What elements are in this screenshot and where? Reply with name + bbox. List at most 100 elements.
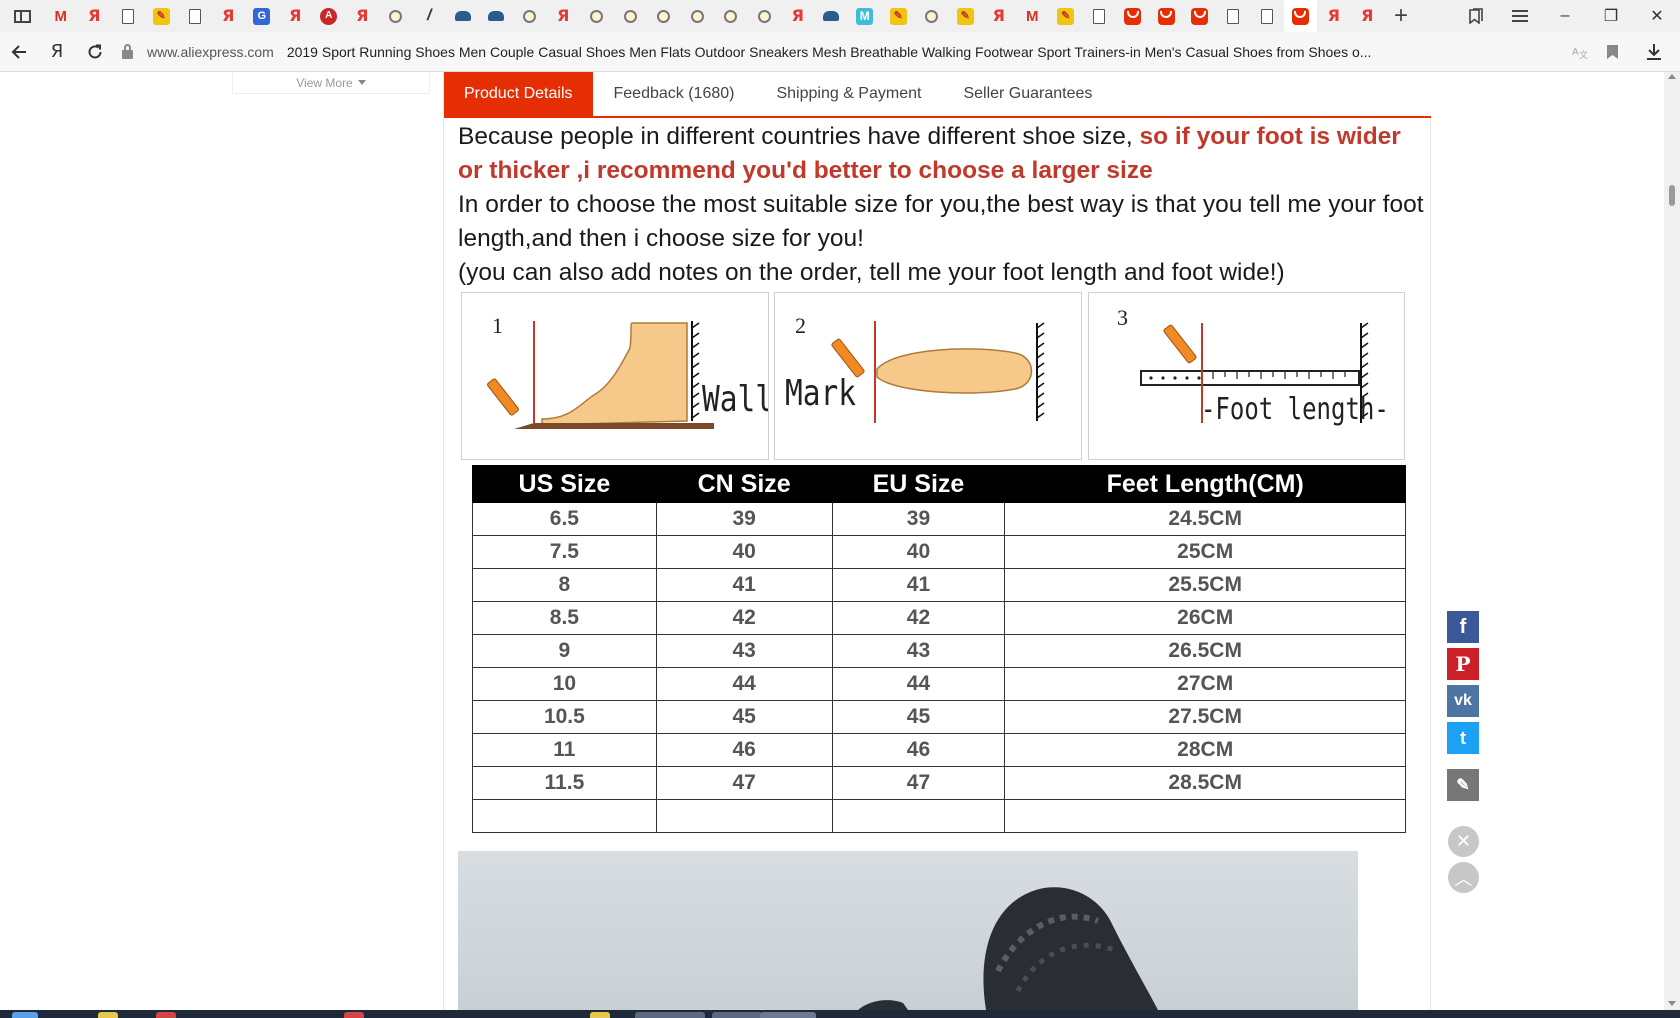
browser-tab[interactable] [580, 0, 614, 32]
magnifier-favicon-icon [757, 9, 771, 23]
browser-tab[interactable] [647, 0, 681, 32]
browser-tab[interactable] [1283, 0, 1317, 32]
browser-tab[interactable]: M [848, 0, 882, 32]
abp-favicon-icon: A [320, 7, 338, 25]
table-cell: 46 [655, 733, 833, 767]
taskbar-app-icon[interactable] [98, 1012, 118, 1018]
taskbar-app-icon[interactable] [156, 1012, 176, 1018]
browser-tab[interactable] [1083, 0, 1117, 32]
browser-tab[interactable] [1250, 0, 1284, 32]
browser-tab[interactable] [1217, 0, 1251, 32]
translate-favicon-icon: G [253, 7, 271, 25]
yandex-logo-icon[interactable]: Я [38, 32, 76, 72]
taskbar-app-icon[interactable] [635, 1012, 705, 1018]
table-cell: 47 [655, 766, 833, 800]
sidebar-toggle-icon[interactable] [0, 0, 44, 32]
browser-tab[interactable]: ✎ [949, 0, 983, 32]
scroll-down-arrow-icon[interactable] [1668, 1001, 1676, 1006]
browser-tab[interactable] [915, 0, 949, 32]
browser-tab[interactable] [480, 0, 514, 32]
browser-tab[interactable] [681, 0, 715, 32]
taskbar-start-icon[interactable] [12, 1012, 38, 1018]
vk-share-icon[interactable]: vk [1447, 685, 1479, 717]
browser-tab[interactable]: Я [279, 0, 313, 32]
aliexpress-favicon-icon [1291, 7, 1309, 25]
page-scrollbar[interactable] [1664, 72, 1680, 1010]
table-row: 10.5 45 45 27.5CM [472, 700, 1406, 734]
download-icon[interactable] [1628, 32, 1680, 72]
size-chart-header: US Size CN Size EU Size Feet Length(CM) [472, 465, 1406, 503]
close-floating-button[interactable]: ✕ [1448, 826, 1479, 857]
table-cell: 44 [655, 667, 833, 701]
browser-tab[interactable] [513, 0, 547, 32]
browser-tab[interactable]: Я [346, 0, 380, 32]
browser-tab[interactable] [714, 0, 748, 32]
browser-tab[interactable]: A [312, 0, 346, 32]
browser-tab[interactable]: / [413, 0, 447, 32]
browser-tab[interactable]: M [1016, 0, 1050, 32]
scrollbar-thumb[interactable] [1669, 185, 1675, 206]
taskbar-app-icon[interactable] [712, 1012, 762, 1018]
scroll-to-top-button[interactable]: ︿ [1448, 862, 1479, 893]
taskbar-app-icon[interactable] [344, 1012, 364, 1018]
column-header: US Size [472, 465, 657, 503]
browser-tab[interactable] [614, 0, 648, 32]
browser-tab[interactable]: Я [982, 0, 1016, 32]
browser-tab[interactable] [1150, 0, 1184, 32]
magnifier-favicon-icon [690, 9, 704, 23]
table-cell: 26CM [1004, 601, 1406, 635]
new-tab-button[interactable]: + [1384, 0, 1418, 32]
browser-tab[interactable]: Я [1317, 0, 1351, 32]
url-field[interactable]: www.aliexpress.com 2019 Sport Running Sh… [114, 36, 1628, 67]
browser-tab[interactable]: Я [547, 0, 581, 32]
browser-tab[interactable]: ✎ [1049, 0, 1083, 32]
reload-button[interactable] [76, 32, 114, 72]
view-more-button[interactable]: View More [232, 72, 430, 94]
back-button[interactable] [0, 32, 38, 72]
browser-tab[interactable] [379, 0, 413, 32]
browser-tab[interactable]: Я [78, 0, 112, 32]
pinterest-share-icon[interactable]: P [1447, 648, 1479, 680]
table-row: 9 43 43 26.5CM [472, 634, 1406, 668]
browser-tab[interactable]: G [245, 0, 279, 32]
restore-button[interactable]: ❐ [1588, 0, 1634, 32]
browser-tab[interactable]: Я [781, 0, 815, 32]
close-window-button[interactable]: ✕ [1634, 0, 1680, 32]
browser-tab[interactable] [178, 0, 212, 32]
tab-strip: M Я ✎ Я G Я A Я / Я Я M ✎ ✎ Я M ✎ Я Я + – ❐ ✕ [0, 0, 1680, 32]
table-cell: 45 [831, 700, 1006, 734]
bookmark-icon[interactable] [1596, 32, 1628, 72]
translate-icon[interactable]: A文 [1564, 32, 1596, 72]
taskbar-app-icon[interactable] [760, 1012, 816, 1018]
yandex-favicon-icon: Я [1327, 6, 1340, 25]
browser-tab[interactable]: ✎ [882, 0, 916, 32]
tab-shipping-payment[interactable]: Shipping & Payment [755, 72, 942, 116]
browser-tab[interactable]: M [44, 0, 78, 32]
browser-tab[interactable]: Я [212, 0, 246, 32]
address-bar-actions: A文 [1564, 32, 1628, 72]
browser-tab[interactable] [111, 0, 145, 32]
facebook-share-icon[interactable]: f [1447, 611, 1479, 643]
taskbar-app-icon[interactable] [590, 1012, 610, 1018]
minimize-button[interactable]: – [1542, 0, 1588, 32]
edit-share-icon[interactable]: ✎ [1447, 769, 1479, 801]
browser-tab[interactable]: Я [1351, 0, 1385, 32]
menu-icon[interactable] [1498, 0, 1542, 32]
browser-tab[interactable] [1183, 0, 1217, 32]
browser-tab[interactable]: ✎ [145, 0, 179, 32]
table-cell: 46 [831, 733, 1006, 767]
advice-line-2: In order to choose the most suitable siz… [458, 191, 1424, 252]
tab-seller-guarantees[interactable]: Seller Guarantees [942, 72, 1113, 116]
browser-tab[interactable] [446, 0, 480, 32]
aliexpress-favicon-icon [1191, 7, 1209, 25]
tab-feedback[interactable]: Feedback (1680) [593, 72, 756, 116]
tab-product-details[interactable]: Product Details [444, 72, 593, 116]
bookmarks-icon[interactable] [1454, 0, 1498, 32]
browser-tab[interactable] [748, 0, 782, 32]
table-cell: 25.5CM [1004, 568, 1406, 602]
browser-tab[interactable] [1116, 0, 1150, 32]
scroll-up-arrow-icon[interactable] [1668, 74, 1676, 79]
browser-tab[interactable] [815, 0, 849, 32]
twitter-share-icon[interactable]: t [1447, 722, 1479, 754]
window-controls: – ❐ ✕ [1454, 0, 1680, 32]
